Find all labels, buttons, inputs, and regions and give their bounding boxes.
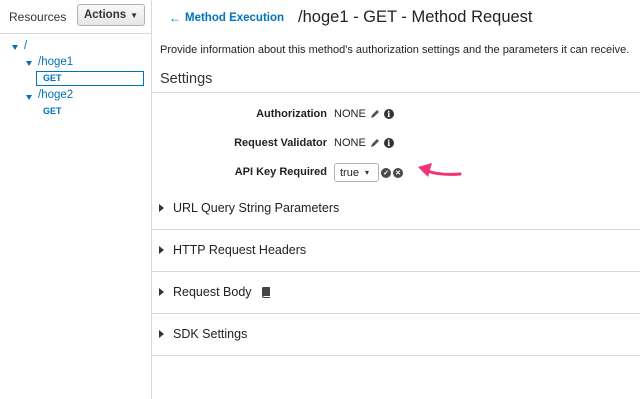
- validator-value: NONE: [334, 137, 366, 149]
- tree-node-hoge2[interactable]: /hoge2: [38, 89, 73, 101]
- info-icon[interactable]: i: [383, 138, 394, 148]
- caret-down-icon[interactable]: [26, 95, 32, 100]
- section-url-query[interactable]: URL Query String Parameters: [152, 188, 640, 230]
- title-row: ← Method Execution /hoge1 - GET - Method…: [169, 8, 533, 27]
- description: Provide information about this method's …: [160, 44, 630, 56]
- info-icon[interactable]: i: [383, 109, 394, 119]
- arrow-left-icon: ←: [169, 10, 181, 25]
- pencil-icon[interactable]: [370, 109, 380, 119]
- api-key-select[interactable]: true ▾: [334, 163, 379, 182]
- close-icon[interactable]: ✕: [393, 168, 403, 178]
- caret-down-icon[interactable]: [12, 45, 18, 50]
- authorization-label: Authorization: [256, 108, 327, 120]
- expand-triangle-icon: [159, 204, 164, 212]
- validator-label: Request Validator: [234, 137, 327, 149]
- section-http-headers[interactable]: HTTP Request Headers: [152, 230, 640, 272]
- tree-node-hoge1[interactable]: /hoge1: [38, 56, 73, 68]
- actions-button[interactable]: Actions ▼: [77, 4, 145, 26]
- section-sdk-settings[interactable]: SDK Settings: [152, 314, 640, 356]
- caret-down-icon: ▼: [130, 10, 139, 20]
- authorization-value: NONE: [334, 108, 366, 120]
- api-key-label: API Key Required: [234, 166, 327, 178]
- back-link[interactable]: ← Method Execution: [169, 11, 284, 25]
- caret-down-icon[interactable]: [26, 61, 32, 66]
- validator-value-row: NONE i: [334, 137, 394, 149]
- method-request-panel: ← Method Execution /hoge1 - GET - Method…: [152, 0, 640, 399]
- actions-label: Actions: [83, 9, 127, 21]
- resources-label: Resources: [9, 10, 67, 24]
- expand-triangle-icon: [159, 330, 164, 338]
- section-label: SDK Settings: [173, 327, 248, 341]
- settings-title: Settings: [160, 71, 213, 87]
- tree-method-hoge2-get[interactable]: GET: [43, 106, 62, 116]
- section-request-body[interactable]: Request Body: [152, 272, 640, 314]
- check-icon[interactable]: ✓: [381, 168, 391, 178]
- book-icon: [261, 286, 270, 298]
- annotation-arrow: [418, 163, 462, 177]
- divider: [152, 92, 640, 93]
- back-label: Method Execution: [185, 11, 285, 24]
- expand-triangle-icon: [159, 288, 164, 296]
- page-title: /hoge1 - GET - Method Request: [298, 8, 533, 26]
- resources-header: Resources Actions ▼: [0, 0, 151, 34]
- chevron-down-icon: ▾: [364, 168, 369, 177]
- tree-node-root[interactable]: /: [24, 40, 27, 52]
- authorization-value-row: NONE i: [334, 108, 394, 120]
- section-label: HTTP Request Headers: [173, 243, 307, 257]
- pencil-icon[interactable]: [370, 138, 380, 148]
- api-key-value: true: [340, 166, 359, 179]
- section-label: URL Query String Parameters: [173, 201, 340, 215]
- resources-panel: Resources Actions ▼ / /hoge1 GET /hoge2 …: [0, 0, 152, 399]
- expand-triangle-icon: [159, 246, 164, 254]
- section-label: Request Body: [173, 285, 252, 299]
- tree-method-hoge1-get[interactable]: GET: [36, 71, 144, 86]
